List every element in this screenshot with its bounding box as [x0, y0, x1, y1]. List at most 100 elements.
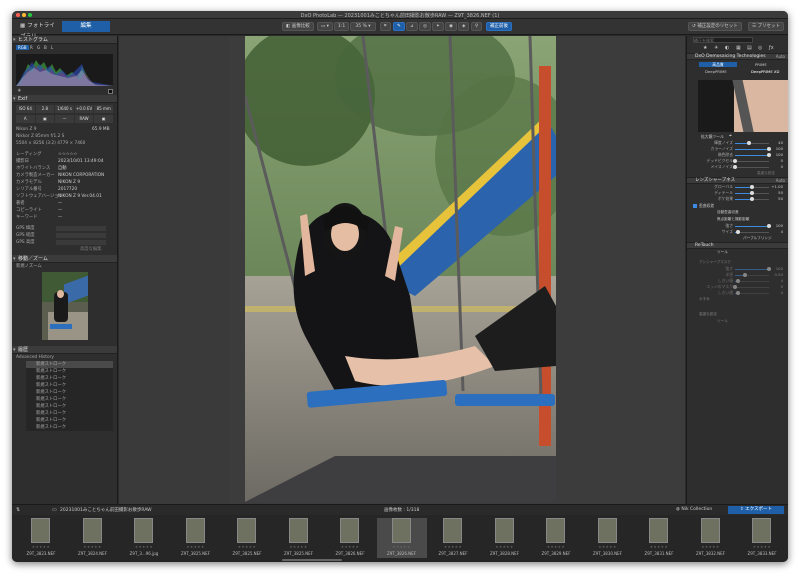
corrections-search-input[interactable]: [693, 37, 753, 43]
filmstrip-thumb[interactable]: ★★★★★ Z9T_3828.NEF: [480, 518, 530, 558]
metadata-value[interactable]: —: [58, 207, 62, 214]
slider-knob[interactable]: [743, 273, 748, 277]
thumb-stars[interactable]: ★★★★★: [377, 545, 427, 549]
metadata-value[interactable]: NIKON Z 9: [58, 179, 80, 186]
view-mode-button[interactable]: ▭ ▾: [317, 22, 333, 31]
filmstrip-thumb[interactable]: ★★★★★ Z9T_3825.NEF: [171, 518, 221, 558]
slider-knob[interactable]: [733, 159, 737, 163]
thumb-stars[interactable]: ★★★★★: [325, 545, 375, 549]
filmstrip-thumb[interactable]: ★★★★★ Z9T_3832.NEF: [686, 518, 736, 558]
slider-track[interactable]: [735, 280, 769, 282]
presets-button[interactable]: ☰ プリセット: [748, 22, 784, 31]
prime-option[interactable]: PRIME: [755, 62, 767, 67]
filmstrip-thumb[interactable]: ★★★★★ Z9T_3825.NEF: [274, 518, 324, 558]
thumb-stars[interactable]: ★★★★★: [274, 545, 324, 549]
gps-edit-link[interactable]: 高度な編集: [80, 246, 101, 253]
metadata-value[interactable]: —: [58, 214, 62, 221]
slider-knob[interactable]: [733, 165, 737, 169]
channel-b[interactable]: B: [44, 45, 47, 50]
history-item[interactable]: 新規ストローク: [26, 417, 113, 424]
before-after-button[interactable]: 補正前後: [486, 22, 512, 31]
compare-button[interactable]: ◧ 画像比較: [282, 22, 314, 31]
history-item[interactable]: 新規ストローク: [26, 375, 113, 382]
crop-tool-button[interactable]: ⌗: [380, 22, 391, 31]
slider-track[interactable]: [735, 231, 769, 233]
navigator-section-header[interactable]: 移動／ズーム: [12, 255, 117, 263]
metadata-value[interactable]: 2017720: [58, 186, 77, 193]
metadata-value[interactable]: 2023/10/01 13:49:04: [58, 158, 103, 165]
palette-detail-icon[interactable]: ▦: [736, 45, 741, 51]
shadow-clip-icon[interactable]: ☀: [17, 88, 21, 94]
demosaic-header[interactable]: DxO Demosaicing Technologies Auto: [687, 53, 788, 60]
filmstrip-thumb[interactable]: ★★★★★ Z9T_3825.NEF: [222, 518, 272, 558]
channel-rgb[interactable]: RGB: [16, 45, 29, 50]
thumb-stars[interactable]: ★★★★★: [16, 545, 66, 549]
slider-knob[interactable]: [750, 197, 754, 201]
thumb-stars[interactable]: ★★★★★: [737, 545, 787, 549]
distortion-checkbox[interactable]: [693, 203, 697, 208]
metadata-value[interactable]: ☆☆☆☆☆: [58, 151, 77, 158]
slider-track[interactable]: [735, 286, 769, 288]
nik-collection-button[interactable]: ◍ Nik Collection: [676, 507, 712, 512]
thumb-stars[interactable]: ★★★★★: [480, 545, 530, 549]
history-item[interactable]: 新規ストローク: [26, 361, 113, 368]
history-item[interactable]: 新規ストローク: [26, 424, 113, 431]
thumb-stars[interactable]: ★★★★★: [634, 545, 684, 549]
repair-tool-button[interactable]: ◈: [458, 22, 470, 31]
slider-track[interactable]: [735, 292, 769, 294]
history-item[interactable]: 新規ストローク: [26, 389, 113, 396]
retouch-header[interactable]: ReTouch: [687, 242, 788, 249]
image-viewer[interactable]: [229, 36, 685, 504]
filmstrip-thumb[interactable]: ★★★★★ Z9T_3...96.jpg: [119, 518, 169, 558]
filter-icon[interactable]: ⇅: [16, 507, 20, 513]
channel-g[interactable]: G: [37, 45, 40, 50]
slider-knob[interactable]: [746, 141, 751, 145]
thumb-stars[interactable]: ★★★★★: [222, 545, 272, 549]
navigator-preview[interactable]: [42, 272, 88, 340]
gps-input[interactable]: [56, 240, 106, 245]
retouch-tool[interactable]: ツール: [717, 249, 728, 256]
filmstrip-scrollbar[interactable]: [282, 559, 342, 561]
exif-section-header[interactable]: Exif: [12, 95, 117, 103]
filmstrip-thumb[interactable]: ★★★★★ Z9T_3823.NEF: [16, 518, 66, 558]
thumb-stars[interactable]: ★★★★★: [531, 545, 581, 549]
reset-corrections-button[interactable]: ↺ 補正設定のリセット: [688, 22, 742, 31]
retouch-tool-button[interactable]: ✦: [432, 22, 444, 31]
thumb-stars[interactable]: ★★★★★: [68, 545, 118, 549]
lens-sharpness-header[interactable]: レンズシャープネス Auto: [687, 177, 788, 184]
thumb-stars[interactable]: ★★★★★: [686, 545, 736, 549]
history-item[interactable]: 新規ストローク: [26, 368, 113, 375]
deepprime-option[interactable]: DeepPRIME: [705, 69, 727, 74]
slider-track[interactable]: [735, 160, 769, 162]
quality-button[interactable]: 高品質: [699, 62, 737, 67]
channel-l[interactable]: L: [51, 45, 53, 50]
filmstrip-thumb[interactable]: ★★★★★ Z9T_3827.NEF: [428, 518, 478, 558]
history-item[interactable]: 新規ストローク: [26, 410, 113, 417]
thumb-stars[interactable]: ★★★★★: [428, 545, 478, 549]
filmstrip-thumb[interactable]: ★★★★★ Z9T_3829.NEF: [531, 518, 581, 558]
zoom-level-select[interactable]: 35 % ▾: [350, 22, 376, 31]
tool-label[interactable]: ツール: [717, 318, 728, 325]
mask-tool-button[interactable]: ◎: [419, 22, 431, 31]
channel-r[interactable]: R: [30, 45, 33, 50]
history-section-header[interactable]: 履歴: [12, 346, 117, 354]
palette-all-icon[interactable]: ★: [703, 45, 707, 51]
highlight-clip-icon[interactable]: [108, 89, 113, 94]
filmstrip-thumb[interactable]: ★★★★★ Z9T_3830.NEF: [583, 518, 633, 558]
gps-input[interactable]: [56, 226, 106, 231]
thumb-stars[interactable]: ★★★★★: [171, 545, 221, 549]
filmstrip-thumb[interactable]: ★★★★★ Z9T_3826.NEF: [376, 518, 427, 558]
deepprime-xd-option[interactable]: DeepPRIME XD: [751, 69, 779, 74]
metadata-value[interactable]: —: [58, 200, 62, 207]
main-photo[interactable]: [245, 36, 556, 502]
horizon-tool-button[interactable]: ⊿: [406, 22, 418, 31]
filmstrip-thumb[interactable]: ★★★★★ Z9T_3833.NEF: [737, 518, 787, 558]
palette-fx-icon[interactable]: ƒx: [769, 45, 774, 51]
palette-light-icon[interactable]: ☀: [714, 45, 718, 51]
palette-color-icon[interactable]: ◐: [725, 45, 729, 51]
filmstrip-thumb[interactable]: ★★★★★ Z9T_3831.NEF: [634, 518, 684, 558]
slider-track[interactable]: [735, 166, 769, 168]
tab-photo-library[interactable]: ▦フォトライブラリ: [14, 21, 62, 40]
thumb-stars[interactable]: ★★★★★: [119, 545, 169, 549]
histogram-section-header[interactable]: ヒストグラム: [12, 36, 117, 44]
